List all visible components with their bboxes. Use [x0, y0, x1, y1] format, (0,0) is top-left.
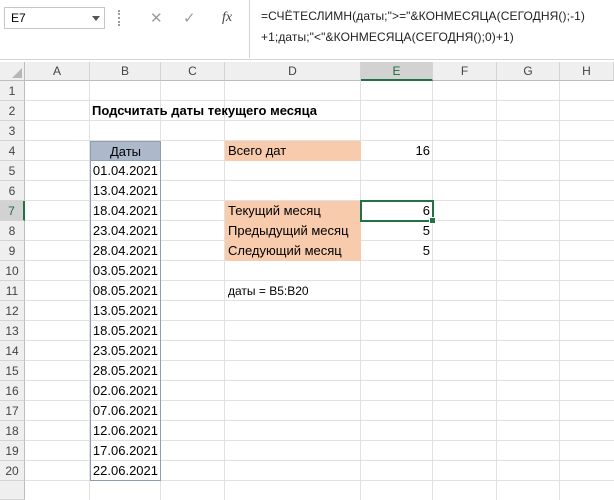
insert-function-icon[interactable]: fx [222, 10, 232, 26]
row-header-5[interactable]: 5 [0, 161, 25, 181]
named-range-note[interactable]: даты = B5:B20 [228, 281, 368, 301]
row-header-1[interactable]: 1 [0, 81, 25, 101]
total-label[interactable]: Всего дат [225, 141, 361, 161]
chevron-down-icon[interactable] [92, 16, 100, 21]
date-cell[interactable]: 22.06.2021 [90, 461, 161, 481]
row-header-16[interactable]: 16 [0, 381, 25, 401]
row-header-18[interactable]: 18 [0, 421, 25, 441]
sheet-title[interactable]: Подсчитать даты текущего месяца [92, 101, 382, 121]
column-header-b[interactable]: B [90, 62, 161, 81]
row-header-12[interactable]: 12 [0, 301, 25, 321]
column-header-c[interactable]: C [161, 62, 225, 81]
row-header-9[interactable]: 9 [0, 241, 25, 261]
date-cell[interactable]: 23.04.2021 [90, 221, 161, 241]
formula-buttons: ✕ ✓ fx [128, 5, 248, 31]
row-header-15[interactable]: 15 [0, 361, 25, 381]
gridline [559, 81, 560, 500]
divider [0, 59, 614, 60]
column-header-h[interactable]: H [560, 62, 614, 81]
row-header-20[interactable]: 20 [0, 461, 25, 481]
grip-separator [118, 10, 121, 26]
dates-header[interactable]: Даты [90, 141, 161, 161]
row-header-11[interactable]: 11 [0, 281, 25, 301]
date-cell[interactable]: 01.04.2021 [90, 161, 161, 181]
previous-month-value[interactable]: 5 [361, 221, 433, 241]
previous-month-label[interactable]: Предыдущий месяц [225, 221, 361, 241]
date-cell[interactable]: 13.04.2021 [90, 181, 161, 201]
row-header-4[interactable]: 4 [0, 141, 25, 161]
date-cell[interactable]: 03.05.2021 [90, 261, 161, 281]
date-cell[interactable]: 07.06.2021 [90, 401, 161, 421]
column-header-f[interactable]: F [433, 62, 497, 81]
date-cell[interactable]: 02.06.2021 [90, 381, 161, 401]
total-value[interactable]: 16 [361, 141, 433, 161]
column-header-a[interactable]: A [25, 62, 90, 81]
name-box[interactable]: E7 [4, 7, 105, 29]
row-header-10[interactable]: 10 [0, 261, 25, 281]
date-cell[interactable]: 18.04.2021 [90, 201, 161, 221]
next-month-label[interactable]: Следующий месяц [225, 241, 361, 261]
date-cell[interactable]: 17.06.2021 [90, 441, 161, 461]
column-header-d[interactable]: D [225, 62, 361, 81]
row-header-3[interactable]: 3 [0, 121, 25, 141]
row-header-17[interactable]: 17 [0, 401, 25, 421]
date-cell[interactable]: 23.05.2021 [90, 341, 161, 361]
row-header-8[interactable]: 8 [0, 221, 25, 241]
row-header-13[interactable]: 13 [0, 321, 25, 341]
enter-icon[interactable]: ✓ [183, 9, 196, 27]
gridline [496, 81, 497, 500]
worksheet-grid[interactable]: A B C D E F G H 1 2 3 4 5 6 7 8 9 10 11 … [0, 62, 614, 500]
select-all-button[interactable] [0, 62, 25, 81]
current-month-label[interactable]: Текущий месяц [225, 201, 361, 221]
date-cell[interactable]: 28.05.2021 [90, 361, 161, 381]
row-header-2[interactable]: 2 [0, 101, 25, 121]
date-cell[interactable]: 18.05.2021 [90, 321, 161, 341]
date-cell[interactable]: 13.05.2021 [90, 301, 161, 321]
next-month-value[interactable]: 5 [361, 241, 433, 261]
formula-input[interactable]: =СЧЁТЕСЛИМН(даты;">="&КОНМЕСЯЦА(СЕГОДНЯ(… [249, 0, 611, 58]
date-cell[interactable]: 28.04.2021 [90, 241, 161, 261]
row-header-6[interactable]: 6 [0, 181, 25, 201]
column-header-g[interactable]: G [497, 62, 560, 81]
date-cell[interactable]: 08.05.2021 [90, 281, 161, 301]
row-header-14[interactable]: 14 [0, 341, 25, 361]
cancel-icon[interactable]: ✕ [150, 9, 163, 27]
active-cell-outline[interactable] [360, 200, 436, 224]
column-header-e[interactable]: E [361, 62, 433, 81]
row-header-19[interactable]: 19 [0, 441, 25, 461]
row-header-7[interactable]: 7 [0, 201, 25, 221]
date-cell[interactable]: 12.06.2021 [90, 421, 161, 441]
name-box-value: E7 [11, 11, 26, 25]
row-header-21[interactable] [0, 481, 25, 500]
formula-bar-area: E7 ✕ ✓ fx =СЧЁТЕСЛИМН(даты;">="&КОНМЕСЯЦ… [0, 0, 614, 60]
